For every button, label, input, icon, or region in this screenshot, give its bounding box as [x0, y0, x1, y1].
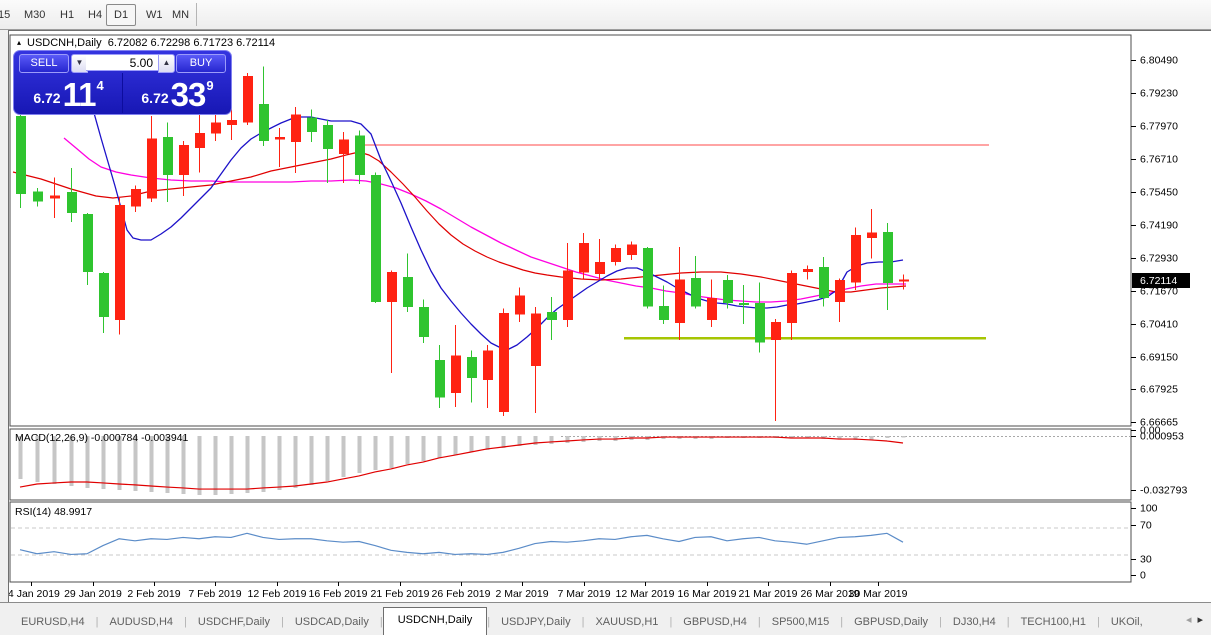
- chart-ohlc-values: 6.72082 6.72298 6.71723 6.72114: [108, 37, 275, 49]
- volume-input[interactable]: 5.00: [86, 54, 158, 71]
- svg-text:6.70410: 6.70410: [1140, 319, 1178, 331]
- tab-USDJPY-Daily[interactable]: USDJPY,Daily: [490, 611, 582, 635]
- tab-scroll-arrows: ◂▸: [1182, 613, 1211, 635]
- svg-text:6.75450: 6.75450: [1140, 187, 1178, 199]
- svg-text:30: 30: [1140, 554, 1152, 566]
- svg-text:2 Mar 2019: 2 Mar 2019: [495, 588, 548, 600]
- svg-text:6.77970: 6.77970: [1140, 121, 1178, 133]
- svg-text:6.74190: 6.74190: [1140, 220, 1178, 232]
- timeframe-button-D1[interactable]: D1: [106, 4, 136, 26]
- timeframe-toolbar: 15M30H1H4D1W1MN: [0, 0, 1211, 30]
- tab-USDCHF-Daily[interactable]: USDCHF,Daily: [187, 611, 281, 635]
- tab-GBPUSD-Daily[interactable]: GBPUSD,Daily: [843, 611, 939, 635]
- timeframe-button-H1[interactable]: H1: [52, 4, 82, 26]
- mt4-window: { "toolbar":{"timeframes":["15","M30","H…: [0, 0, 1211, 634]
- svg-text:MACD(12,26,9) -0.000784 -0.003: MACD(12,26,9) -0.000784 -0.003941: [15, 432, 189, 444]
- svg-text:0: 0: [1140, 570, 1146, 582]
- svg-text:70: 70: [1140, 520, 1152, 532]
- svg-text:12 Mar 2019: 12 Mar 2019: [616, 588, 675, 600]
- buy-price-big-digits: 33: [171, 80, 206, 110]
- chart-title: ▴ USDCNH,Daily 6.72082 6.72298 6.71723 6.…: [17, 37, 275, 49]
- svg-text:16 Mar 2019: 16 Mar 2019: [678, 588, 737, 600]
- svg-text:0.000953: 0.000953: [1140, 431, 1184, 443]
- svg-text:16 Feb 2019: 16 Feb 2019: [309, 588, 368, 600]
- svg-text:6.69150: 6.69150: [1140, 352, 1178, 364]
- svg-text:6.76710: 6.76710: [1140, 154, 1178, 166]
- svg-text:2 Feb 2019: 2 Feb 2019: [127, 588, 180, 600]
- svg-text:6.79230: 6.79230: [1140, 88, 1178, 100]
- tab-SP500-M15[interactable]: SP500,M15: [761, 611, 840, 635]
- tab-scroll-left-icon[interactable]: ◂: [1186, 614, 1192, 626]
- svg-text:100: 100: [1140, 503, 1158, 515]
- timeframe-button-MN[interactable]: MN: [164, 4, 197, 26]
- svg-text:26 Feb 2019: 26 Feb 2019: [432, 588, 491, 600]
- tab-USDCAD-Daily[interactable]: USDCAD,Daily: [284, 611, 380, 635]
- tab-TECH100-H1[interactable]: TECH100,H1: [1010, 611, 1097, 635]
- chart-window[interactable]: 6.80490 6.79230 6.77970 6.76710 6.75450 6.741…: [8, 30, 1211, 603]
- tab-AUDUSD-H4[interactable]: AUDUSD,H4: [98, 611, 184, 635]
- tab-UKOil-[interactable]: UKOil,: [1100, 611, 1154, 635]
- sell-price-pip: 4: [96, 78, 103, 93]
- sell-price-big-digits: 11: [63, 80, 96, 110]
- svg-text:12 Feb 2019: 12 Feb 2019: [248, 588, 307, 600]
- chart-symbol-label: USDCNH,Daily: [27, 37, 102, 49]
- tab-EURUSD-H4[interactable]: EURUSD,H4: [10, 611, 96, 635]
- svg-text:21 Mar 2019: 21 Mar 2019: [739, 588, 798, 600]
- svg-text:6.80490: 6.80490: [1140, 55, 1178, 67]
- tab-GBPUSD-H4[interactable]: GBPUSD,H4: [672, 611, 758, 635]
- svg-text:7 Mar 2019: 7 Mar 2019: [557, 588, 610, 600]
- volume-increase-button[interactable]: ▲: [158, 54, 175, 73]
- svg-text:6.67925: 6.67925: [1140, 384, 1178, 396]
- tab-USDCNH-Daily[interactable]: USDCNH,Daily: [383, 607, 488, 635]
- svg-text:6.72930: 6.72930: [1140, 253, 1178, 265]
- svg-text:-0.032793: -0.032793: [1140, 485, 1187, 497]
- svg-text:30 Mar 2019: 30 Mar 2019: [849, 588, 908, 600]
- tab-DJ30-H4[interactable]: DJ30,H4: [942, 611, 1007, 635]
- buy-price-pip: 9: [206, 78, 213, 93]
- symbol-tab-bar: EURUSD,H4|AUDUSD,H4|USDCHF,Daily|USDCAD,…: [0, 602, 1211, 635]
- tab-XAUUSD-H1[interactable]: XAUUSD,H1: [584, 611, 669, 635]
- svg-text:7 Feb 2019: 7 Feb 2019: [188, 588, 241, 600]
- sell-button[interactable]: SELL: [19, 54, 69, 73]
- sell-price-display[interactable]: 6.72 11 4: [14, 73, 123, 113]
- buy-price-display[interactable]: 6.72 33 9: [123, 73, 231, 113]
- svg-text:24 Jan 2019: 24 Jan 2019: [9, 588, 60, 600]
- tab-scroll-right-icon[interactable]: ▸: [1197, 614, 1203, 626]
- svg-text:RSI(14) 48.9917: RSI(14) 48.9917: [15, 506, 92, 518]
- svg-text:21 Feb 2019: 21 Feb 2019: [371, 588, 430, 600]
- svg-text:6.72114: 6.72114: [1140, 275, 1177, 287]
- sell-price-handle: 6.72: [33, 90, 60, 106]
- symbol-tab-strip: EURUSD,H4|AUDUSD,H4|USDCHF,Daily|USDCAD,…: [0, 607, 1182, 635]
- svg-text:29 Jan 2019: 29 Jan 2019: [64, 588, 122, 600]
- buy-button[interactable]: BUY: [176, 54, 226, 73]
- collapse-triangle-icon[interactable]: ▴: [17, 38, 21, 47]
- price-chart-canvas[interactable]: 6.80490 6.79230 6.77970 6.76710 6.75450 6.741…: [9, 31, 1211, 603]
- timeframe-button-M30[interactable]: M30: [16, 4, 53, 26]
- one-click-trade-panel: SELL ▼ 5.00 ▲ BUY 6.72 11 4 6.72 33 9: [13, 50, 232, 115]
- buy-price-handle: 6.72: [141, 90, 168, 106]
